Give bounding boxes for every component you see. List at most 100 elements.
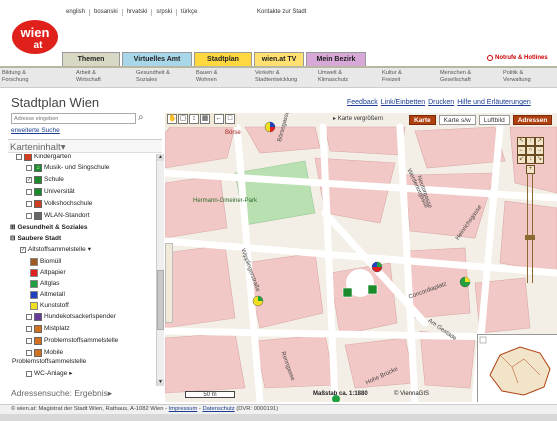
checkbox-checked[interactable]: ✓	[26, 177, 32, 183]
cat-umwelt[interactable]: Umwelt & Klimaschutz	[318, 70, 348, 83]
layer-row-problemstoff[interactable]: Problemstoffsammelstelle	[26, 336, 118, 346]
address-search-input[interactable]	[11, 113, 136, 124]
map-type-adressen[interactable]: Adressen	[512, 115, 553, 125]
checkbox-checked[interactable]: ✓	[20, 247, 26, 253]
impressum-link[interactable]: Impressum	[169, 406, 198, 412]
layer-row-musikschule[interactable]: ♫ Musik- und Singschule	[26, 163, 109, 173]
pan-se-icon[interactable]: ↘	[535, 155, 544, 164]
layers-icon[interactable]: ▦	[200, 114, 210, 124]
pan-north-icon[interactable]: ↑	[526, 137, 535, 146]
cat-gesundheit[interactable]: Gesundheit & Soziales	[136, 70, 170, 83]
pan-hand-icon[interactable]: ✋	[167, 114, 177, 124]
lang-srpski[interactable]: srpski	[152, 9, 178, 16]
lang-turkce[interactable]: türkçe	[177, 9, 201, 16]
wlan-icon	[34, 212, 42, 220]
feedback-link[interactable]: Feedback	[347, 99, 378, 106]
layer-row-universitaet[interactable]: Universität	[26, 187, 75, 197]
chevron-down-icon: ▾	[60, 142, 66, 153]
search-icon[interactable]: ⌕	[138, 112, 144, 123]
map-type-luftbild[interactable]: Luftbild	[478, 115, 510, 125]
cat-verkehr[interactable]: Verkehr & Stadtentwicklung	[255, 70, 297, 83]
checkbox[interactable]	[26, 213, 32, 219]
address-search-result[interactable]: Adressensuche: Ergebnis▸	[11, 388, 112, 399]
tab-mein-bezirk[interactable]: Mein Bezirk	[306, 52, 366, 66]
drucken-link[interactable]: Drucken	[428, 99, 454, 106]
layer-row-schule[interactable]: ✓ Schule	[26, 175, 64, 185]
pan-west-icon[interactable]: ←	[517, 146, 526, 155]
pan-center-icon[interactable]: ○	[526, 146, 535, 155]
datenschutz-link[interactable]: Datenschutz	[202, 406, 234, 412]
swatch-biomuell: Biomüll	[30, 257, 61, 267]
layer-row-wlan[interactable]: WLAN-Standort	[26, 211, 90, 221]
fullscreen-icon[interactable]: □	[225, 114, 235, 124]
panel-title[interactable]: Karteninhalt▾	[8, 140, 162, 153]
mobile-line2: Problemstoffsammelstelle	[12, 358, 87, 365]
advanced-search-link[interactable]: erweiterte Suche	[11, 127, 60, 134]
scrollbar-thumb[interactable]	[157, 270, 164, 330]
zoom-slider[interactable]	[525, 173, 535, 283]
scroll-down-arrow[interactable]: ▼	[157, 379, 164, 386]
layer-row-wc[interactable]: WC-Anlage ▸	[26, 369, 73, 379]
map-canvas[interactable]: Börse Hermann-Gmeiner-Park Börsegasse Wi…	[165, 113, 557, 402]
swatch-kunststoff: Kunststoff	[30, 301, 69, 311]
main-tabs: Themen Virtuelles Amt Stadtplan wien.at …	[62, 52, 366, 66]
scroll-up-arrow[interactable]: ▲	[157, 154, 164, 161]
pan-ne-icon[interactable]: ↗	[535, 137, 544, 146]
layer-row-mistplatz[interactable]: Mistplatz	[26, 324, 70, 334]
tab-wien-at-tv[interactable]: wien.at TV	[254, 52, 304, 66]
group-saubere-stadt[interactable]: ⊟ Saubere Stadt	[10, 234, 61, 244]
kontakte-link[interactable]: Kontakte zur Stadt	[257, 9, 306, 15]
checkbox[interactable]	[26, 350, 32, 356]
measure-icon[interactable]: ↕	[189, 114, 199, 124]
checkbox[interactable]	[26, 201, 32, 207]
map-links: Feedback Link/Einbetten Drucken Hilfe un…	[347, 99, 531, 106]
checkbox[interactable]	[16, 154, 22, 160]
footer: © wien.at: Magistrat der Stadt Wien, Rat…	[0, 404, 557, 414]
checkbox[interactable]	[26, 371, 32, 377]
chevron-right-icon: ▸	[107, 388, 113, 398]
map-copyright: © ViennaGIS	[394, 391, 429, 397]
karte-vergroessern[interactable]: ▸ Karte vergrößern	[333, 115, 383, 122]
map-type-buttons: Karte Karte s/w Luftbild Adressen	[409, 115, 553, 125]
checkbox[interactable]	[26, 314, 32, 320]
pan-sw-icon[interactable]: ↙	[517, 155, 526, 164]
layer-row-kindergarten[interactable]: Kindergarten	[16, 154, 71, 162]
map-type-karte[interactable]: Karte	[409, 115, 436, 125]
side-panel-toggle[interactable]	[165, 243, 173, 323]
back-arrow-icon[interactable]: ←	[214, 114, 224, 124]
tab-stadtplan[interactable]: Stadtplan	[194, 52, 252, 66]
cat-kultur[interactable]: Kultur & Freizeit	[382, 70, 402, 83]
cat-menschen[interactable]: Menschen & Gesellschaft	[440, 70, 471, 83]
tab-themen[interactable]: Themen	[62, 52, 120, 66]
overview-map[interactable]	[477, 334, 557, 402]
cat-bauen[interactable]: Bauen & Wohnen	[196, 70, 217, 83]
layer-list-scrollbar[interactable]: ▲ ▼	[156, 154, 164, 386]
lang-hrvatski[interactable]: hrvatski	[123, 9, 153, 16]
zoom-slider-handle[interactable]	[525, 235, 535, 240]
cat-bildung[interactable]: Bildung & Forschung	[2, 70, 28, 83]
group-gesundheit[interactable]: ⊞ Gesundheit & Soziales	[10, 223, 88, 233]
layer-row-hundekot[interactable]: Hundekotsackerlspender	[26, 312, 116, 322]
checkbox[interactable]	[26, 165, 32, 171]
hilfe-link[interactable]: Hilfe und Erläuterungen	[457, 99, 531, 106]
zoom-box-icon[interactable]: ▢	[178, 114, 188, 124]
layer-row-volkshochschule[interactable]: Volkshochschule	[26, 199, 92, 209]
lang-english[interactable]: english	[62, 9, 91, 16]
music-icon: ♫	[34, 164, 42, 172]
wien-at-logo[interactable]: wien at	[11, 19, 59, 57]
pan-south-icon[interactable]: ↓	[526, 155, 535, 164]
notruf-link[interactable]: Notrufe & Hotlines	[487, 55, 548, 61]
pan-nw-icon[interactable]: ↖	[517, 137, 526, 146]
cat-arbeit[interactable]: Arbeit & Wirtschaft	[76, 70, 101, 83]
map-type-karte-sw[interactable]: Karte s/w	[438, 115, 476, 125]
tab-virtuelles-amt[interactable]: Virtuelles Amt	[122, 52, 192, 66]
cat-politik[interactable]: Politik & Verwaltung	[503, 70, 531, 83]
checkbox[interactable]	[26, 189, 32, 195]
pan-east-icon[interactable]: →	[535, 146, 544, 155]
lang-bosanski[interactable]: bosanski	[90, 9, 123, 16]
checkbox[interactable]	[26, 338, 32, 344]
link-einbetten-link[interactable]: Link/Einbetten	[381, 99, 425, 106]
language-nav: english bosanski hrvatski srpski türkçe	[62, 9, 201, 16]
layer-row-altstoff[interactable]: ✓ Altstoffsammelstelle ▾	[20, 245, 91, 255]
checkbox[interactable]	[26, 326, 32, 332]
